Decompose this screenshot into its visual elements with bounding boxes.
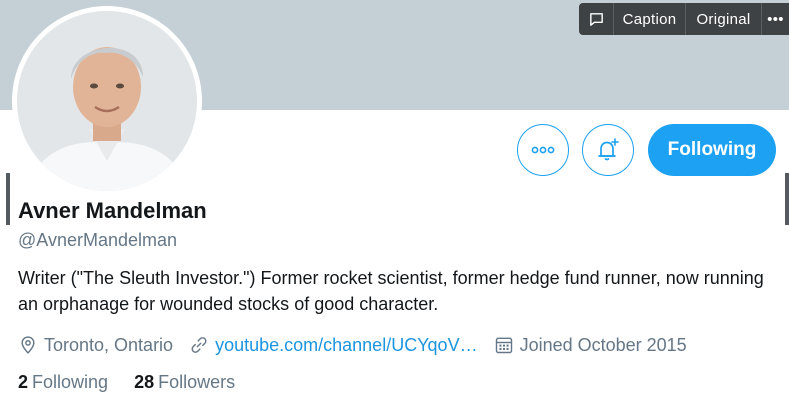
image-overlay-toolbar: Caption Original ••• — [579, 3, 789, 35]
followers-stat[interactable]: 28 Followers — [134, 372, 235, 393]
link-icon — [191, 337, 207, 353]
profile-stats: 2 Following 28 Followers — [18, 372, 261, 393]
location-text: Toronto, Ontario — [44, 334, 174, 355]
following-count: 2 — [18, 372, 29, 392]
following-stat-label: Following — [32, 372, 109, 392]
following-button[interactable]: Following — [648, 124, 776, 176]
bell-plus-icon — [598, 138, 619, 161]
profile-handle: @AvnerMandelman — [18, 230, 178, 250]
more-options-button[interactable] — [517, 124, 569, 176]
notifications-button[interactable] — [582, 124, 634, 176]
location-pin-icon — [21, 336, 35, 354]
avatar-photo — [17, 11, 197, 191]
caption-button[interactable]: Caption — [613, 3, 685, 35]
profile-bio: Writer ("The Sleuth Investor.") Former r… — [18, 268, 764, 314]
website-link[interactable]: youtube.com/channel/UCYqoV… — [215, 335, 478, 356]
location-item: Toronto, Ontario — [18, 335, 173, 356]
avatar[interactable] — [12, 6, 202, 196]
calendar-icon — [495, 337, 512, 354]
joined-text: Joined October 2015 — [519, 334, 687, 355]
left-edge-marker — [6, 173, 10, 225]
website-item[interactable]: youtube.com/channel/UCYqoV… — [189, 335, 478, 356]
overlay-more-button[interactable]: ••• — [761, 3, 789, 35]
joined-item: Joined October 2015 — [494, 335, 687, 356]
right-edge-marker — [785, 173, 789, 225]
followers-stat-label: Followers — [158, 372, 236, 392]
profile-name: Avner Mandelman — [18, 198, 207, 223]
following-stat[interactable]: 2 Following — [18, 372, 108, 393]
more-horizontal-icon — [531, 146, 555, 154]
speech-bubble-icon — [589, 12, 603, 26]
original-button[interactable]: Original — [685, 3, 761, 35]
followers-count: 28 — [134, 372, 155, 392]
caption-icon-button[interactable] — [579, 3, 613, 35]
profile-meta: Toronto, Ontario youtube.com/channel/UCY… — [18, 332, 703, 358]
